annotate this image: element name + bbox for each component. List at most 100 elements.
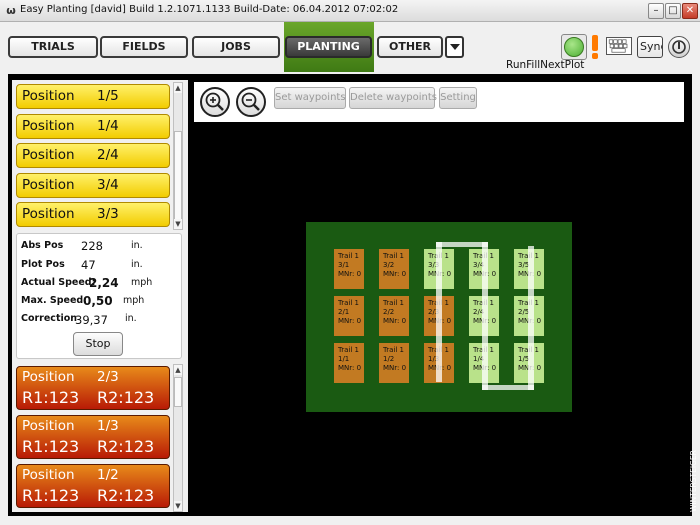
zoom-in-button[interactable] — [200, 87, 230, 117]
position-value: 3/3 — [97, 206, 119, 222]
abs-pos-unit: in. — [131, 240, 143, 251]
correction-label: Correction — [21, 313, 78, 324]
plot[interactable]: Trail 1 3/2 MNr: 0 — [379, 249, 409, 289]
close-button[interactable]: ✕ — [682, 3, 698, 19]
r1-value: R1:123 — [22, 388, 80, 407]
title-bar: ω Easy Planting [david] Build 1.2.1071.1… — [0, 0, 700, 22]
planting-path — [436, 242, 488, 247]
field-map[interactable]: Set waypoints Delete waypoints Setting T… — [194, 82, 684, 512]
position-value: 1/5 — [97, 88, 119, 104]
maximize-icon: □ — [668, 5, 678, 16]
position-button[interactable]: Position 3/3 — [16, 202, 170, 227]
correction-unit: in. — [125, 313, 137, 324]
position-label: Position — [22, 147, 75, 163]
position-value: 2/3 — [97, 369, 119, 385]
top-list-scrollbar[interactable]: ▲ ▼ — [173, 82, 183, 230]
position-list-bottom: Position 2/3 R1:123 R2:123 Position 1/3 … — [16, 364, 172, 512]
r2-value: R2:123 — [97, 388, 155, 407]
trial-field: Trail 13/1MNr: 0 Trail 13/2MNr: 0 Trail … — [306, 222, 572, 412]
sync-button[interactable]: Sync — [637, 36, 663, 58]
scroll-thumb[interactable] — [174, 377, 182, 407]
scroll-up-icon[interactable]: ▲ — [174, 365, 182, 375]
position-result-button[interactable]: Position 1/2 R1:123 R2:123 — [16, 464, 170, 508]
plot-pos-unit: in. — [131, 259, 143, 270]
position-info-panel: Abs Pos 228 in. Plot Pos 47 in. Actual S… — [16, 233, 182, 359]
minimize-icon: – — [653, 5, 659, 16]
position-value: 1/4 — [97, 118, 119, 134]
position-button[interactable]: Position 1/5 — [16, 84, 170, 109]
max-speed-value: 0,50 — [83, 294, 113, 308]
position-label: Position — [22, 418, 75, 434]
position-label: Position — [22, 369, 75, 385]
plot-pos-label: Plot Pos — [21, 259, 65, 270]
position-list-top: Position 1/5 Position 1/4 Position 2/4 P… — [16, 84, 172, 230]
brand-logo: WINTERSTEIGER — [689, 450, 698, 512]
plot[interactable]: Trail 1 1/1 MNr: 0 — [334, 343, 364, 383]
plot[interactable]: Trail 1 1/2 MNr: 0 — [379, 343, 409, 383]
plot[interactable]: Trail 1 3/1 MNr: 0 — [334, 249, 364, 289]
run-mode-label: RunFillNextPlot — [506, 59, 585, 71]
svg-text:WINTERSTEIGER: WINTERSTEIGER — [689, 450, 698, 512]
scroll-down-icon[interactable]: ▼ — [174, 501, 182, 511]
max-speed-label: Max. Speed: — [21, 295, 88, 306]
map-setting-button[interactable]: Setting — [439, 87, 477, 109]
alert-icon[interactable] — [591, 35, 599, 59]
zoom-in-icon — [205, 92, 224, 111]
plot-pos-value: 47 — [81, 258, 96, 272]
tab-planting[interactable]: PLANTING — [285, 36, 372, 58]
correction-value: 39,37 — [75, 313, 108, 327]
power-icon — [672, 40, 686, 54]
delete-waypoints-button[interactable]: Delete waypoints — [349, 87, 437, 109]
map-toolbar: Set waypoints Delete waypoints Setting — [194, 82, 684, 122]
position-result-button[interactable]: Position 1/3 R1:123 R2:123 — [16, 415, 170, 459]
position-label: Position — [22, 206, 75, 222]
position-button[interactable]: Position 2/4 — [16, 143, 170, 168]
position-value: 3/4 — [97, 177, 119, 193]
r2-value: R2:123 — [97, 437, 155, 456]
position-result-button[interactable]: Position 2/3 R1:123 R2:123 — [16, 366, 170, 410]
tab-trials[interactable]: TRIALS — [8, 36, 98, 58]
bottom-list-scrollbar[interactable]: ▲ ▼ — [173, 364, 183, 512]
position-label: Position — [22, 88, 75, 104]
scroll-down-icon[interactable]: ▼ — [174, 219, 182, 229]
abs-pos-label: Abs Pos — [21, 240, 64, 251]
tab-jobs[interactable]: JOBS — [192, 36, 280, 58]
position-button[interactable]: Position 3/4 — [16, 173, 170, 198]
close-icon: ✕ — [685, 5, 695, 16]
planting-path — [436, 242, 442, 382]
abs-pos-value: 228 — [81, 239, 103, 253]
planting-path — [528, 246, 534, 390]
position-button[interactable]: Position 1/4 — [16, 114, 170, 139]
app-logo-icon: ω — [6, 4, 16, 17]
max-speed-unit: mph — [123, 295, 145, 306]
zoom-out-icon — [241, 92, 260, 111]
keyboard-icon[interactable] — [606, 37, 632, 55]
actual-speed-label: Actual Speed: — [21, 277, 96, 288]
position-label: Position — [22, 467, 75, 483]
scroll-up-icon[interactable]: ▲ — [174, 83, 182, 93]
position-value: 2/4 — [97, 147, 119, 163]
status-light-icon — [564, 37, 584, 57]
scroll-thumb[interactable] — [174, 131, 182, 221]
maximize-button[interactable]: □ — [665, 3, 681, 19]
zoom-out-button[interactable] — [236, 87, 266, 117]
position-label: Position — [22, 118, 75, 134]
minimize-button[interactable]: – — [648, 3, 664, 19]
r1-value: R1:123 — [22, 486, 80, 505]
tab-fields[interactable]: FIELDS — [100, 36, 188, 58]
position-label: Position — [22, 177, 75, 193]
planting-path — [482, 385, 534, 390]
main-toolbar: TRIALS FIELDS JOBS PLANTING OTHER Sync R… — [0, 22, 700, 74]
plot[interactable]: Trail 1 2/2 MNr: 0 — [379, 296, 409, 336]
plot[interactable]: Trail 1 2/1 MNr: 0 — [334, 296, 364, 336]
r2-value: R2:123 — [97, 486, 155, 505]
tab-other[interactable]: OTHER — [377, 36, 443, 58]
stop-button[interactable]: Stop — [73, 332, 123, 356]
position-value: 1/2 — [97, 467, 119, 483]
actual-speed-unit: mph — [131, 277, 153, 288]
other-dropdown-button[interactable] — [445, 36, 464, 58]
actual-speed-value: 2,24 — [89, 276, 119, 290]
power-button[interactable] — [668, 36, 690, 58]
r1-value: R1:123 — [22, 437, 80, 456]
set-waypoints-button[interactable]: Set waypoints — [274, 87, 346, 109]
